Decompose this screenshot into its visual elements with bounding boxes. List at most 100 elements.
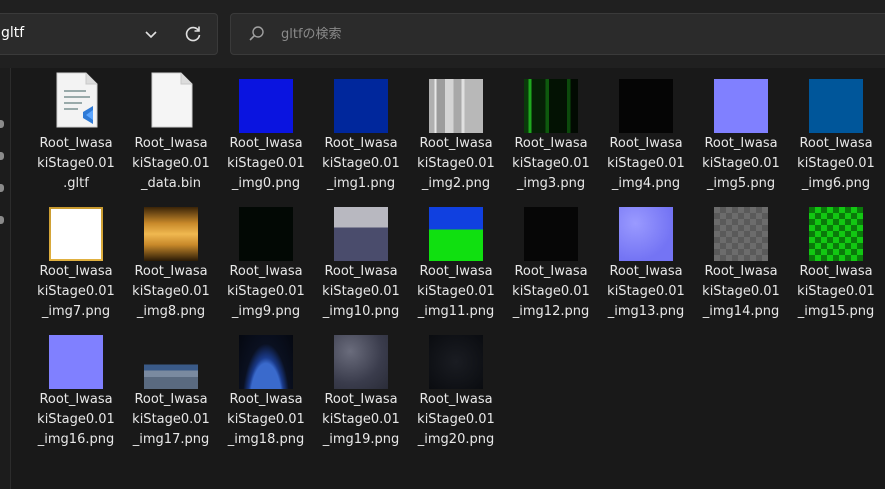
file-thumbnail [49,335,103,389]
toolbar: gltf [0,0,885,68]
search-box[interactable] [230,13,885,55]
file-name-line: Root_Iwasa [134,136,208,151]
file-name: Root_Iwasa kiStage0.01 _img13.png [602,262,690,322]
file-item[interactable]: Root_Iwasa kiStage0.01 _img17.png [127,324,215,449]
file-name: Root_Iwasa kiStage0.01 _img10.png [317,262,405,322]
image-thumbnail [619,207,673,261]
file-name-line: kiStage0.01 [227,412,305,427]
file-name-line: Root_Iwasa [324,136,398,151]
file-item[interactable]: Root_Iwasa kiStage0.01 _img9.png [222,196,310,321]
file-thumbnail [714,79,768,133]
file-item[interactable]: Root_Iwasa kiStage0.01 _img14.png [697,196,785,321]
nav-expander[interactable] [0,216,4,224]
image-thumbnail [524,79,578,133]
file-name-line: Root_Iwasa [39,264,113,279]
file-item[interactable]: Root_Iwasa kiStage0.01 _img0.png [222,68,310,193]
file-item[interactable]: Root_Iwasa kiStage0.01 _img16.png [32,324,120,449]
file-name-line: _img0.png [231,176,301,191]
gltf-file-icon [56,72,98,128]
image-thumbnail [239,335,293,389]
file-name-line: _img8.png [136,304,206,319]
image-thumbnail [49,207,103,261]
file-name-line: _img5.png [706,176,776,191]
file-item[interactable]: Root_Iwasa kiStage0.01 _img6.png [792,68,880,193]
image-thumbnail [714,207,768,261]
image-thumbnail [239,79,293,133]
file-name-line: Root_Iwasa [609,264,683,279]
file-name-line: _img11.png [417,304,495,319]
file-item[interactable]: Root_Iwasa kiStage0.01 _img12.png [507,196,595,321]
file-name-line: Root_Iwasa [324,392,398,407]
image-thumbnail [334,335,388,389]
file-thumbnail [239,79,293,133]
file-name-line: _img17.png [132,432,210,447]
file-thumbnail [334,79,388,133]
file-name-line: kiStage0.01 [132,284,210,299]
file-name-line: Root_Iwasa [39,392,113,407]
file-name-line: _img12.png [512,304,590,319]
file-name: Root_Iwasa kiStage0.01 _img11.png [412,262,500,322]
file-name-line: Root_Iwasa [39,136,113,151]
file-name-line: _img16.png [37,432,115,447]
file-thumbnail [49,72,103,133]
file-name-line: Root_Iwasa [134,264,208,279]
file-thumbnail [144,72,198,133]
file-name: Root_Iwasa kiStage0.01 _img0.png [222,134,310,194]
file-name: Root_Iwasa kiStage0.01 _img2.png [412,134,500,194]
file-item[interactable]: Root_Iwasa kiStage0.01 .gltf [32,68,120,193]
address-bar[interactable]: gltf [0,13,218,55]
file-item[interactable]: Root_Iwasa kiStage0.01 _data.bin [127,68,215,193]
image-thumbnail [429,207,483,261]
file-item[interactable]: Root_Iwasa kiStage0.01 _img15.png [792,196,880,321]
search-input[interactable] [281,25,681,43]
file-name-line: Root_Iwasa [324,264,398,279]
file-name-line: kiStage0.01 [37,156,115,171]
file-name-line: Root_Iwasa [134,392,208,407]
file-thumbnail [239,207,293,261]
file-item[interactable]: Root_Iwasa kiStage0.01 _img10.png [317,196,405,321]
file-item[interactable]: Root_Iwasa kiStage0.01 _img8.png [127,196,215,321]
chevron-down-icon[interactable] [143,26,159,42]
file-name: Root_Iwasa kiStage0.01 _img1.png [317,134,405,194]
file-name-line: kiStage0.01 [607,156,685,171]
file-name: Root_Iwasa kiStage0.01 _img19.png [317,390,405,450]
file-thumbnail [334,207,388,261]
image-thumbnail [429,79,483,133]
file-thumbnail [524,79,578,133]
navigation-pane[interactable] [0,68,11,489]
file-name-line: _img3.png [516,176,586,191]
file-item[interactable]: Root_Iwasa kiStage0.01 _img5.png [697,68,785,193]
file-name: Root_Iwasa kiStage0.01 _img12.png [507,262,595,322]
nav-expander[interactable] [0,120,4,128]
search-icon [249,26,264,41]
file-item[interactable]: Root_Iwasa kiStage0.01 _img11.png [412,196,500,321]
file-name-line: kiStage0.01 [702,284,780,299]
file-thumbnail [144,207,198,261]
file-name-line: Root_Iwasa [229,136,303,151]
file-thumbnail [619,79,673,133]
refresh-icon[interactable] [183,24,203,44]
file-name-line: kiStage0.01 [417,284,495,299]
file-item[interactable]: Root_Iwasa kiStage0.01 _img19.png [317,324,405,449]
file-item[interactable]: Root_Iwasa kiStage0.01 _img4.png [602,68,690,193]
file-name-line: kiStage0.01 [702,156,780,171]
file-name-line: kiStage0.01 [417,412,495,427]
file-name: Root_Iwasa kiStage0.01 _img3.png [507,134,595,194]
file-thumbnail [809,207,863,261]
file-item[interactable]: Root_Iwasa kiStage0.01 _img13.png [602,196,690,321]
file-name-line: _img6.png [801,176,871,191]
file-item[interactable]: Root_Iwasa kiStage0.01 _img1.png [317,68,405,193]
file-item[interactable]: Root_Iwasa kiStage0.01 _img20.png [412,324,500,449]
file-name-line: _data.bin [140,176,202,191]
file-name-line: _img4.png [611,176,681,191]
file-item[interactable]: Root_Iwasa kiStage0.01 _img18.png [222,324,310,449]
file-name-line: _img20.png [417,432,495,447]
file-name-line: Root_Iwasa [704,264,778,279]
image-thumbnail [239,207,293,261]
file-item[interactable]: Root_Iwasa kiStage0.01 _img2.png [412,68,500,193]
file-item[interactable]: Root_Iwasa kiStage0.01 _img7.png [32,196,120,321]
nav-expander[interactable] [0,184,4,192]
file-item[interactable]: Root_Iwasa kiStage0.01 _img3.png [507,68,595,193]
file-name: Root_Iwasa kiStage0.01 .gltf [32,134,120,194]
nav-expander[interactable] [0,152,4,160]
